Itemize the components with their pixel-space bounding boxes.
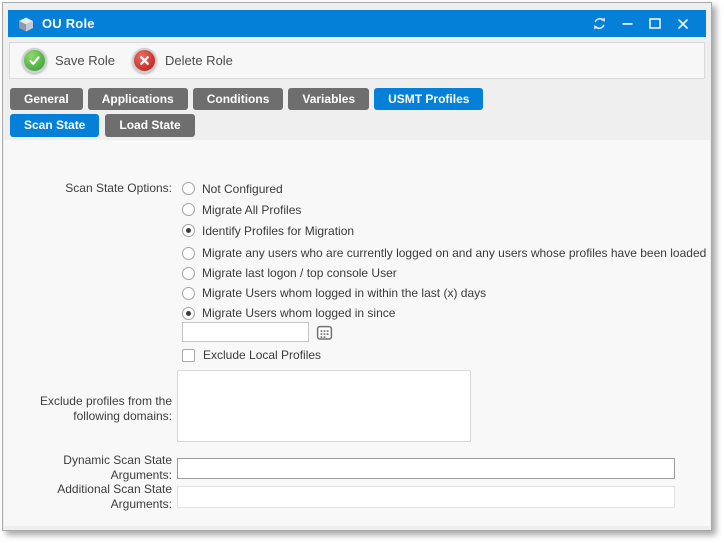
tab-usmt-profiles[interactable]: USMT Profiles <box>374 88 483 110</box>
dynamic-args-field <box>177 458 675 479</box>
additional-args-row: Additional Scan State Arguments: <box>9 482 703 512</box>
scan-state-options-row: Scan State Options: Not Configured Migra… <box>9 178 703 241</box>
radio-label: Not Configured <box>202 182 283 196</box>
exclude-domains-textarea[interactable] <box>177 370 471 442</box>
tab-label: Applications <box>102 92 174 106</box>
logged-in-since-date-row <box>9 322 703 342</box>
tab-bar: General Applications Conditions Variable… <box>10 88 483 110</box>
radio-group-2: Migrate any users who are currently logg… <box>182 243 706 323</box>
refresh-icon[interactable] <box>585 12 613 36</box>
radio-migrate-logged-in-since[interactable]: Migrate Users whom logged in since <box>182 303 706 323</box>
radio-label: Migrate Users whom logged in since <box>202 306 395 320</box>
exclude-local-profiles-row: Exclude Local Profiles <box>9 348 703 362</box>
delete-role-label: Delete Role <box>165 53 233 68</box>
exclude-local-profiles-checkbox[interactable]: Exclude Local Profiles <box>182 348 321 362</box>
radio-circle <box>182 224 195 237</box>
exclude-domains-field <box>177 370 471 447</box>
radio-circle <box>182 267 195 280</box>
tab-label: General <box>24 92 69 106</box>
dynamic-args-label: Dynamic Scan State Arguments: <box>9 453 172 483</box>
radio-circle <box>182 307 195 320</box>
date-picker-button[interactable] <box>315 323 334 342</box>
titlebar: OU Role <box>8 10 706 37</box>
subtab-scan-state[interactable]: Scan State <box>10 114 99 137</box>
date-input[interactable] <box>182 322 309 342</box>
subtab-load-state[interactable]: Load State <box>105 114 194 137</box>
delete-role-button[interactable]: Delete Role <box>132 48 233 73</box>
subtab-label: Scan State <box>24 118 85 132</box>
calendar-icon <box>316 324 333 341</box>
tab-general[interactable]: General <box>10 88 83 110</box>
radio-circle <box>182 182 195 195</box>
additional-args-input[interactable] <box>177 486 675 508</box>
additional-args-label: Additional Scan State Arguments: <box>9 482 172 512</box>
dynamic-args-input[interactable] <box>177 458 675 479</box>
ou-role-window: OU Role <box>2 2 712 531</box>
radio-label: Identify Profiles for Migration <box>202 224 354 238</box>
window-controls <box>585 12 697 36</box>
date-field <box>182 322 334 342</box>
radio-label: Migrate All Profiles <box>202 203 301 217</box>
exclude-domains-row: Exclude profiles from the following doma… <box>9 370 703 447</box>
subtab-bar: Scan State Load State <box>10 114 195 137</box>
additional-args-field <box>177 486 675 508</box>
radio-circle <box>182 247 195 260</box>
delete-x-icon <box>132 48 157 73</box>
subtab-label: Load State <box>119 118 180 132</box>
radio-circle <box>182 287 195 300</box>
radio-label: Migrate Users whom logged in within the … <box>202 286 486 300</box>
radio-identify-profiles-for-migration[interactable]: Identify Profiles for Migration <box>182 220 354 241</box>
radio-migrate-last-x-days[interactable]: Migrate Users whom logged in within the … <box>182 283 706 303</box>
toolbar: Save Role Delete Role <box>9 42 705 79</box>
radio-label: Migrate last logon / top console User <box>202 266 397 280</box>
scan-state-options-label: Scan State Options: <box>9 178 172 196</box>
radio-migrate-last-logon[interactable]: Migrate last logon / top console User <box>182 263 706 283</box>
tab-label: Variables <box>302 92 355 106</box>
tab-applications[interactable]: Applications <box>88 88 188 110</box>
close-button[interactable] <box>669 12 697 36</box>
save-role-label: Save Role <box>55 53 115 68</box>
radio-migrate-currently-logged-on[interactable]: Migrate any users who are currently logg… <box>182 243 706 263</box>
save-check-icon <box>22 48 47 73</box>
tab-conditions[interactable]: Conditions <box>193 88 284 110</box>
tab-label: Conditions <box>207 92 270 106</box>
radio-label: Migrate any users who are currently logg… <box>202 246 706 260</box>
tab-variables[interactable]: Variables <box>288 88 369 110</box>
exclude-domains-label: Exclude profiles from the following doma… <box>9 370 172 424</box>
radio-circle <box>182 203 195 216</box>
save-role-button[interactable]: Save Role <box>22 48 115 73</box>
checkbox-box <box>182 349 195 362</box>
checkbox-label: Exclude Local Profiles <box>203 348 321 362</box>
tab-label: USMT Profiles <box>388 92 469 106</box>
window-title: OU Role <box>42 16 95 31</box>
dynamic-args-row: Dynamic Scan State Arguments: <box>9 453 703 483</box>
maximize-button[interactable] <box>641 12 669 36</box>
screen: OU Role <box>0 0 724 543</box>
minimize-button[interactable] <box>613 12 641 36</box>
radio-not-configured[interactable]: Not Configured <box>182 178 354 199</box>
app-icon <box>17 15 35 33</box>
migration-mode-row: Migrate any users who are currently logg… <box>9 243 703 323</box>
radio-migrate-all-profiles[interactable]: Migrate All Profiles <box>182 199 354 220</box>
radio-group-1: Not Configured Migrate All Profiles Iden… <box>182 178 354 241</box>
